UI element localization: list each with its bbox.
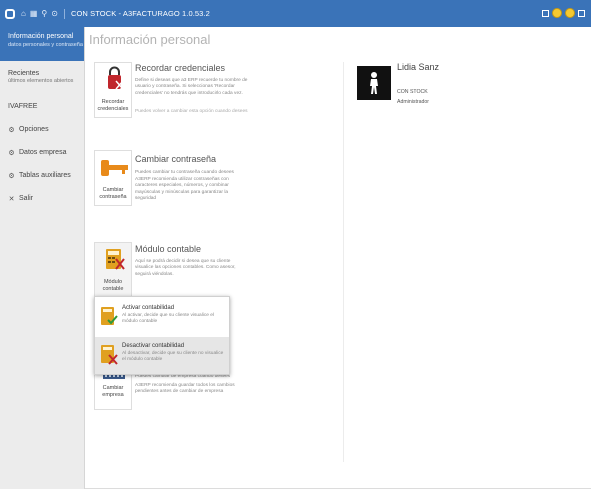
feedback-smiley-icon[interactable]: [565, 8, 575, 18]
remember-credentials-button[interactable]: Recordar credenciales: [94, 62, 132, 118]
menu-item-description: Al activar, decide que su cliente visual…: [122, 313, 214, 324]
gear-icon: ⚙: [8, 149, 15, 157]
user-role: Administrador: [397, 99, 430, 105]
card-description: Define si deseas que a3 ERP recuerde tu …: [135, 78, 248, 96]
sidebar-item-personal-info[interactable]: Información personal datos personales y …: [0, 27, 84, 61]
card-note: A3ERP recomienda guardar todos los cambi…: [135, 383, 235, 395]
accounting-dropdown-menu: Activar contabilidad Al activar, decide …: [94, 296, 230, 375]
menu-item-description: Al desactivar, decide que su cliente no …: [122, 351, 224, 362]
card-description: Aquí se podrá decidir si desea que su cl…: [135, 259, 236, 277]
card-title: Cambiar contraseña: [135, 154, 217, 164]
card-note: Puedes volver a cambiar esta opción cuan…: [135, 109, 248, 114]
sidebar-item-ivafree[interactable]: IVAFREE: [0, 95, 84, 118]
close-icon: ✕: [8, 195, 15, 203]
column-divider: [343, 62, 344, 462]
gear-icon: ⚙: [8, 126, 15, 134]
settings-icon[interactable]: ⊙: [51, 9, 58, 18]
page-title: Información personal: [89, 32, 211, 47]
gear-icon: ⚙: [8, 172, 15, 180]
change-password-button[interactable]: Cambiar contraseña: [94, 150, 132, 206]
calculator-icon: [106, 249, 125, 270]
sidebar-item-options[interactable]: ⚙ Opciones: [0, 118, 84, 141]
card-note: A3ERP recomienda utilizar contraseñas co…: [135, 177, 229, 201]
sidebar-item-label: Datos empresa: [19, 149, 67, 156]
card-icon-label: Cambiar empresa: [102, 385, 124, 398]
card-description: Puedes cambiar tu contraseña cuando dese…: [135, 170, 234, 175]
calculator-check-icon: [101, 307, 118, 325]
menu-item-title: Desactivar contabilidad: [122, 343, 185, 349]
card-icon-label: Recordar credenciales: [97, 99, 129, 112]
sidebar-item-label: IVAFREE: [8, 103, 38, 110]
sidebar-item-label: Opciones: [19, 126, 49, 133]
menu-item-activate-accounting[interactable]: Activar contabilidad Al activar, decide …: [95, 299, 229, 336]
sidebar-item-sublabel: datos personales y contraseña: [8, 42, 83, 48]
sidebar-item-recent[interactable]: Recientes últimos elementos abiertos: [0, 63, 84, 91]
app-logo-icon[interactable]: [5, 8, 15, 19]
lock-icon: [108, 66, 124, 90]
maximize-icon[interactable]: [578, 9, 585, 17]
home-icon[interactable]: ⌂: [21, 9, 26, 18]
toolbar-divider: [63, 8, 65, 19]
feedback-smiley-icon[interactable]: [552, 8, 562, 18]
window-controls: [542, 8, 585, 18]
title-bar: ⌂ ▦ ⚲ ⊙ CON STOCK - A3FACTURAGO 1.0.53.2: [0, 0, 591, 27]
sidebar-item-label: Información personal: [8, 33, 74, 40]
key-icon: [101, 160, 128, 176]
menu-item-deactivate-accounting[interactable]: Desactivar contabilidad Al desactivar, d…: [95, 337, 229, 374]
accounting-module-button[interactable]: Módulo contable: [94, 242, 132, 298]
user-name: Lidia Sanz: [397, 62, 440, 72]
user-avatar: [357, 66, 391, 100]
window-title: CON STOCK - A3FACTURAGO 1.0.53.2: [70, 9, 210, 18]
sidebar-item-label: Tablas auxiliares: [19, 172, 71, 179]
calculator-cross-icon: [101, 345, 118, 365]
card-icon-label: Módulo contable: [102, 279, 124, 292]
person-icon: [370, 72, 378, 94]
search-icon[interactable]: ⚲: [41, 9, 47, 18]
sidebar-item-label: Salir: [19, 195, 34, 202]
user-company: CON STOCK: [397, 89, 428, 95]
sidebar: Información personal datos personales y …: [0, 27, 85, 489]
menu-item-title: Activar contabilidad: [122, 305, 175, 311]
card-title: Recordar credenciales: [135, 63, 226, 73]
grid-view-icon[interactable]: [542, 9, 549, 17]
sidebar-item-label: Recientes: [8, 70, 40, 77]
card-title: Módulo contable: [135, 244, 202, 254]
card-icon-label: Cambiar contraseña: [99, 187, 127, 200]
sidebar-item-exit[interactable]: ✕ Salir: [0, 187, 84, 210]
sidebar-item-aux-tables[interactable]: ⚙ Tablas auxiliares: [0, 164, 84, 187]
sidebar-item-company-data[interactable]: ⚙ Datos empresa: [0, 141, 84, 164]
sidebar-item-sublabel: últimos elementos abiertos: [8, 78, 74, 84]
grid-icon[interactable]: ▦: [30, 9, 38, 18]
